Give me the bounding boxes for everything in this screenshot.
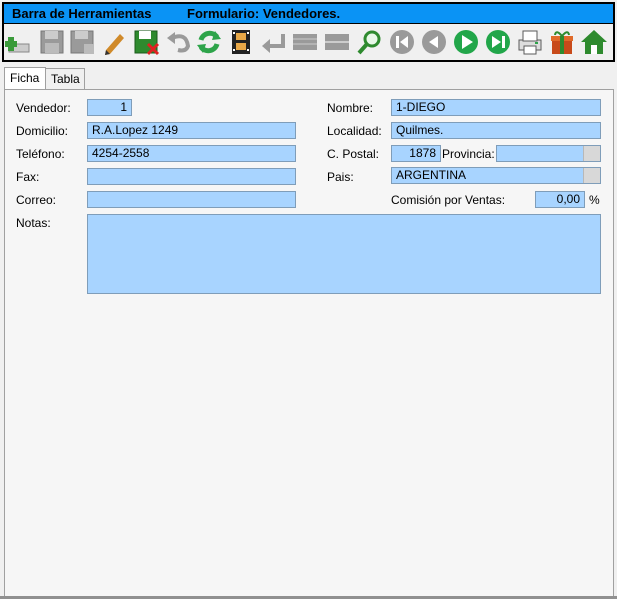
localidad-field[interactable]: Quilmes. (391, 122, 601, 139)
title-bar: Barra de Herramientas Formulario: Vended… (4, 4, 613, 24)
save-button (37, 26, 67, 58)
last-record-button[interactable] (483, 26, 513, 58)
delete-icon (134, 30, 160, 56)
nombre-field[interactable]: 1-DIEGO (391, 99, 601, 116)
save-icon (40, 30, 64, 54)
form-panel: Vendedor: 1 Domicilio: R.A.Lopez 1249 Te… (4, 89, 614, 597)
grid-alt-icon (325, 34, 349, 50)
next-record-icon (454, 30, 478, 54)
fax-label: Fax: (16, 170, 40, 184)
first-record-button (387, 26, 417, 58)
search-button[interactable] (355, 26, 385, 58)
fax-field[interactable] (87, 168, 296, 185)
telefono-field[interactable]: 4254-2558 (87, 145, 296, 162)
grid-alt-button (322, 26, 352, 58)
pais-label: Pais: (327, 170, 354, 184)
search-icon (357, 30, 381, 55)
add-icon (5, 37, 30, 53)
delete-button[interactable] (131, 26, 161, 58)
grid-icon (293, 34, 317, 50)
return-icon (262, 34, 285, 53)
previous-record-icon (422, 30, 446, 54)
last-record-icon (486, 30, 510, 54)
pais-value: ARGENTINA (396, 168, 467, 182)
comision-label: Comisión por Ventas: (391, 193, 506, 207)
print-button[interactable] (515, 26, 545, 58)
gift-icon (551, 31, 573, 54)
notas-label: Notas: (16, 216, 51, 230)
undo-button (163, 26, 193, 58)
home-icon (581, 30, 607, 54)
domicilio-label: Domicilio: (16, 124, 69, 138)
print-icon (518, 30, 542, 55)
undo-icon (167, 32, 191, 53)
add-button[interactable] (4, 26, 34, 58)
provincia-dropdown-button[interactable] (583, 146, 600, 161)
vendedor-field[interactable]: 1 (87, 99, 132, 116)
grid-button (290, 26, 320, 58)
toolbar (4, 26, 613, 58)
return-button (258, 26, 288, 58)
toolbar-title: Barra de Herramientas (12, 6, 152, 21)
toolbar-frame: Barra de Herramientas Formulario: Vended… (2, 2, 615, 62)
refresh-button[interactable] (194, 26, 224, 58)
film-button[interactable] (226, 26, 256, 58)
save-as-button (67, 26, 97, 58)
form-title: Formulario: Vendedores. (187, 6, 341, 21)
telefono-label: Teléfono: (16, 147, 65, 161)
next-record-button[interactable] (451, 26, 481, 58)
film-icon (232, 30, 250, 54)
cpostal-label: C. Postal: (327, 147, 380, 161)
pais-dropdown-button[interactable] (583, 168, 600, 183)
refresh-icon (197, 30, 221, 54)
first-record-icon (390, 30, 414, 54)
provincia-label: Provincia: (442, 147, 495, 161)
gift-button[interactable] (547, 26, 577, 58)
tab-tabla[interactable]: Tabla (45, 68, 85, 89)
correo-field[interactable] (87, 191, 296, 208)
home-button[interactable] (579, 26, 609, 58)
cpostal-field[interactable]: 1878 (391, 145, 441, 162)
domicilio-field[interactable]: R.A.Lopez 1249 (87, 122, 296, 139)
save-as-icon (70, 30, 94, 54)
tab-ficha[interactable]: Ficha (4, 67, 46, 89)
comision-field[interactable]: 0,00 (535, 191, 585, 208)
percent-unit: % (589, 193, 600, 207)
edit-button[interactable] (99, 26, 129, 58)
notas-textarea[interactable] (87, 214, 601, 294)
previous-record-button (419, 26, 449, 58)
vendedor-label: Vendedor: (16, 101, 71, 115)
nombre-label: Nombre: (327, 101, 374, 115)
correo-label: Correo: (16, 193, 57, 207)
edit-icon (105, 34, 124, 55)
localidad-label: Localidad: (327, 124, 382, 138)
provincia-combo[interactable] (496, 145, 601, 162)
pais-combo[interactable]: ARGENTINA (391, 167, 601, 184)
